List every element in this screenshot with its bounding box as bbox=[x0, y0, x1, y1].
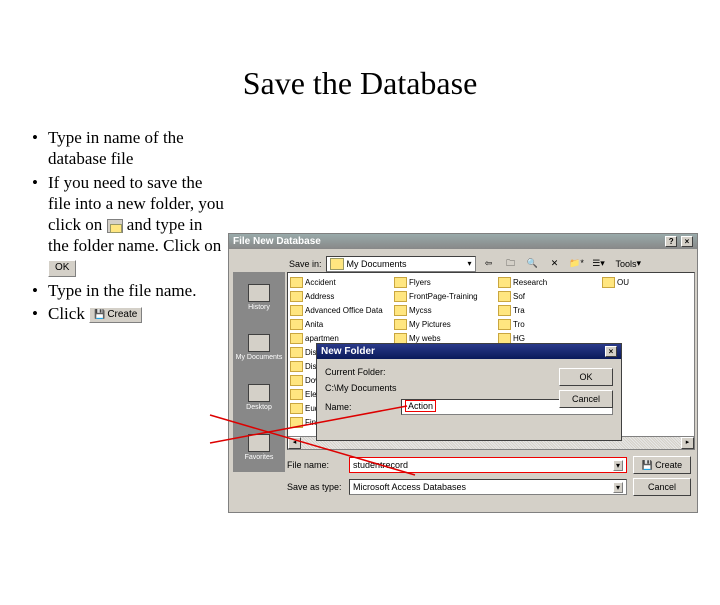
newfolder-icon bbox=[107, 219, 123, 233]
curfolder-label: Current Folder: bbox=[325, 367, 395, 377]
list-item[interactable]: My Pictures bbox=[394, 317, 490, 331]
close-icon[interactable]: × bbox=[681, 236, 693, 247]
curfolder-value: C:\My Documents bbox=[325, 383, 397, 393]
places-bar: History My Documents Desktop Favorites bbox=[233, 272, 285, 472]
newfolder-titlebar: New Folder × bbox=[317, 344, 621, 359]
list-item[interactable]: Anita bbox=[290, 317, 386, 331]
ok-button-inline: OK bbox=[48, 260, 76, 277]
list-item[interactable]: Tro bbox=[498, 317, 594, 331]
place-desktop[interactable]: Desktop bbox=[233, 372, 285, 422]
search-icon[interactable]: 🔍 bbox=[524, 255, 542, 272]
list-item[interactable]: Address bbox=[290, 289, 386, 303]
tools-menu[interactable]: Tools ▾ bbox=[612, 255, 646, 272]
place-favorites[interactable]: Favorites bbox=[233, 422, 285, 472]
newfolder-toolbar-icon[interactable]: 📁* bbox=[568, 255, 586, 272]
saveastype-label: Save as type: bbox=[287, 482, 343, 492]
views-icon[interactable]: ☰▾ bbox=[590, 255, 608, 272]
list-item[interactable]: Tra bbox=[498, 303, 594, 317]
savein-label: Save in: bbox=[289, 259, 322, 269]
create-button-inline: Create bbox=[89, 307, 142, 324]
list-item[interactable]: Research bbox=[498, 275, 594, 289]
dialog-titlebar: File New Database ? × bbox=[229, 234, 697, 249]
list-item[interactable]: Sof bbox=[498, 289, 594, 303]
bullet-2: If you need to save the file into a new … bbox=[30, 172, 225, 278]
delete-icon[interactable]: ✕ bbox=[546, 255, 564, 272]
dialog-title: File New Database bbox=[233, 236, 321, 247]
up-icon[interactable]: 🗀 bbox=[502, 255, 520, 272]
list-item[interactable]: Flyers bbox=[394, 275, 490, 289]
instruction-bullets: Type in name of the database file If you… bbox=[30, 127, 225, 326]
nf-ok-button[interactable]: OK bbox=[559, 368, 613, 386]
nf-name-label: Name: bbox=[325, 402, 395, 412]
filename-label: File name: bbox=[287, 460, 343, 470]
list-item[interactable]: Advanced Office Data bbox=[290, 303, 386, 317]
bullet-4: Click Create bbox=[30, 303, 225, 324]
nf-cancel-button[interactable]: Cancel bbox=[559, 390, 613, 408]
bullet-1: Type in name of the database file bbox=[30, 127, 225, 170]
bullet-3: Type in the file name. bbox=[30, 280, 225, 301]
list-item[interactable]: OU bbox=[602, 275, 695, 289]
place-mydocs[interactable]: My Documents bbox=[233, 322, 285, 372]
cancel-button[interactable]: Cancel bbox=[633, 478, 691, 496]
back-icon[interactable]: ⇦ bbox=[480, 255, 498, 272]
list-item[interactable]: FrontPage-Training bbox=[394, 289, 490, 303]
saveastype-dropdown[interactable]: Microsoft Access Databases bbox=[349, 479, 627, 495]
list-item[interactable]: Mycss bbox=[394, 303, 490, 317]
slide-title: Save the Database bbox=[0, 65, 720, 102]
new-folder-dialog: New Folder × Current Folder: C:\My Docum… bbox=[316, 343, 622, 441]
savein-dropdown[interactable]: My Documents bbox=[326, 256, 476, 272]
list-item[interactable]: Accident bbox=[290, 275, 386, 289]
help-icon[interactable]: ? bbox=[665, 236, 677, 247]
newfolder-title: New Folder bbox=[321, 346, 375, 357]
place-history[interactable]: History bbox=[233, 272, 285, 322]
filename-field[interactable]: studentrecord bbox=[349, 457, 627, 473]
nf-close-icon[interactable]: × bbox=[605, 346, 617, 357]
create-button[interactable]: 💾 Create bbox=[633, 456, 691, 474]
